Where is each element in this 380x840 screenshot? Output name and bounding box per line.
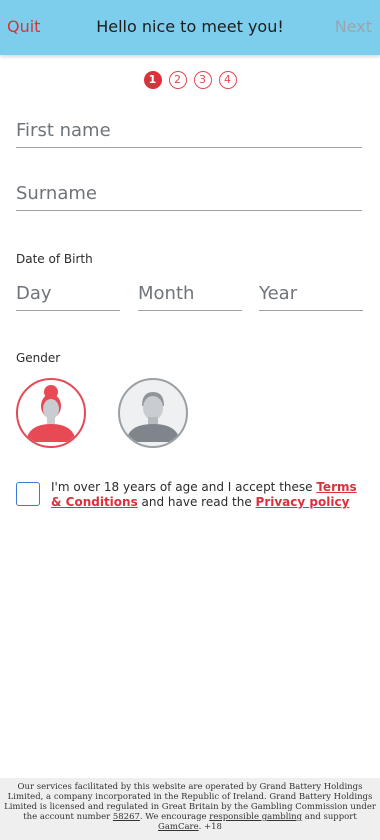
dob-label: Date of Birth [16,252,93,266]
privacy-policy-link[interactable]: Privacy policy [256,495,350,509]
female-avatar-icon [26,385,76,442]
account-number-link[interactable]: 58267 [113,812,140,822]
day-placeholder: Day [16,283,52,304]
male-avatar-icon [126,392,180,442]
terms-text-part: and have read the [137,495,256,509]
step-2: 2 [168,71,187,89]
step-1: 1 [143,71,162,89]
top-bar: Quit Hello nice to meet you! Next [0,0,380,55]
gender-male-option[interactable] [118,378,188,448]
first-name-field[interactable]: First name [16,116,362,148]
step-4: 4 [218,71,237,89]
surname-placeholder: Surname [16,183,97,204]
day-field[interactable]: Day [16,279,120,311]
first-name-placeholder: First name [16,120,111,141]
surname-field[interactable]: Surname [16,179,362,211]
footer-text: . +18 [198,822,222,832]
footer-text: and support [302,812,357,822]
footer-text: . We encourage [139,812,210,822]
year-placeholder: Year [259,283,298,304]
gender-female-option[interactable] [16,378,86,448]
terms-text-part: I'm over 18 years of age and I accept th… [51,480,317,494]
terms-checkbox[interactable] [16,482,40,506]
year-field[interactable]: Year [259,279,363,311]
terms-text: I'm over 18 years of age and I accept th… [51,480,366,510]
gamcare-link[interactable]: GamCare [158,822,199,832]
next-button[interactable]: Next [335,17,372,36]
legal-footer: Our services facilitated by this website… [0,778,380,840]
responsible-gambling-link[interactable]: responsible gambling [209,812,302,822]
step-indicator: 1 2 3 4 [0,71,380,91]
gender-label: Gender [16,351,61,365]
month-placeholder: Month [138,283,195,304]
page-title: Hello nice to meet you! [96,17,284,36]
step-3: 3 [193,71,212,89]
month-field[interactable]: Month [138,279,242,311]
